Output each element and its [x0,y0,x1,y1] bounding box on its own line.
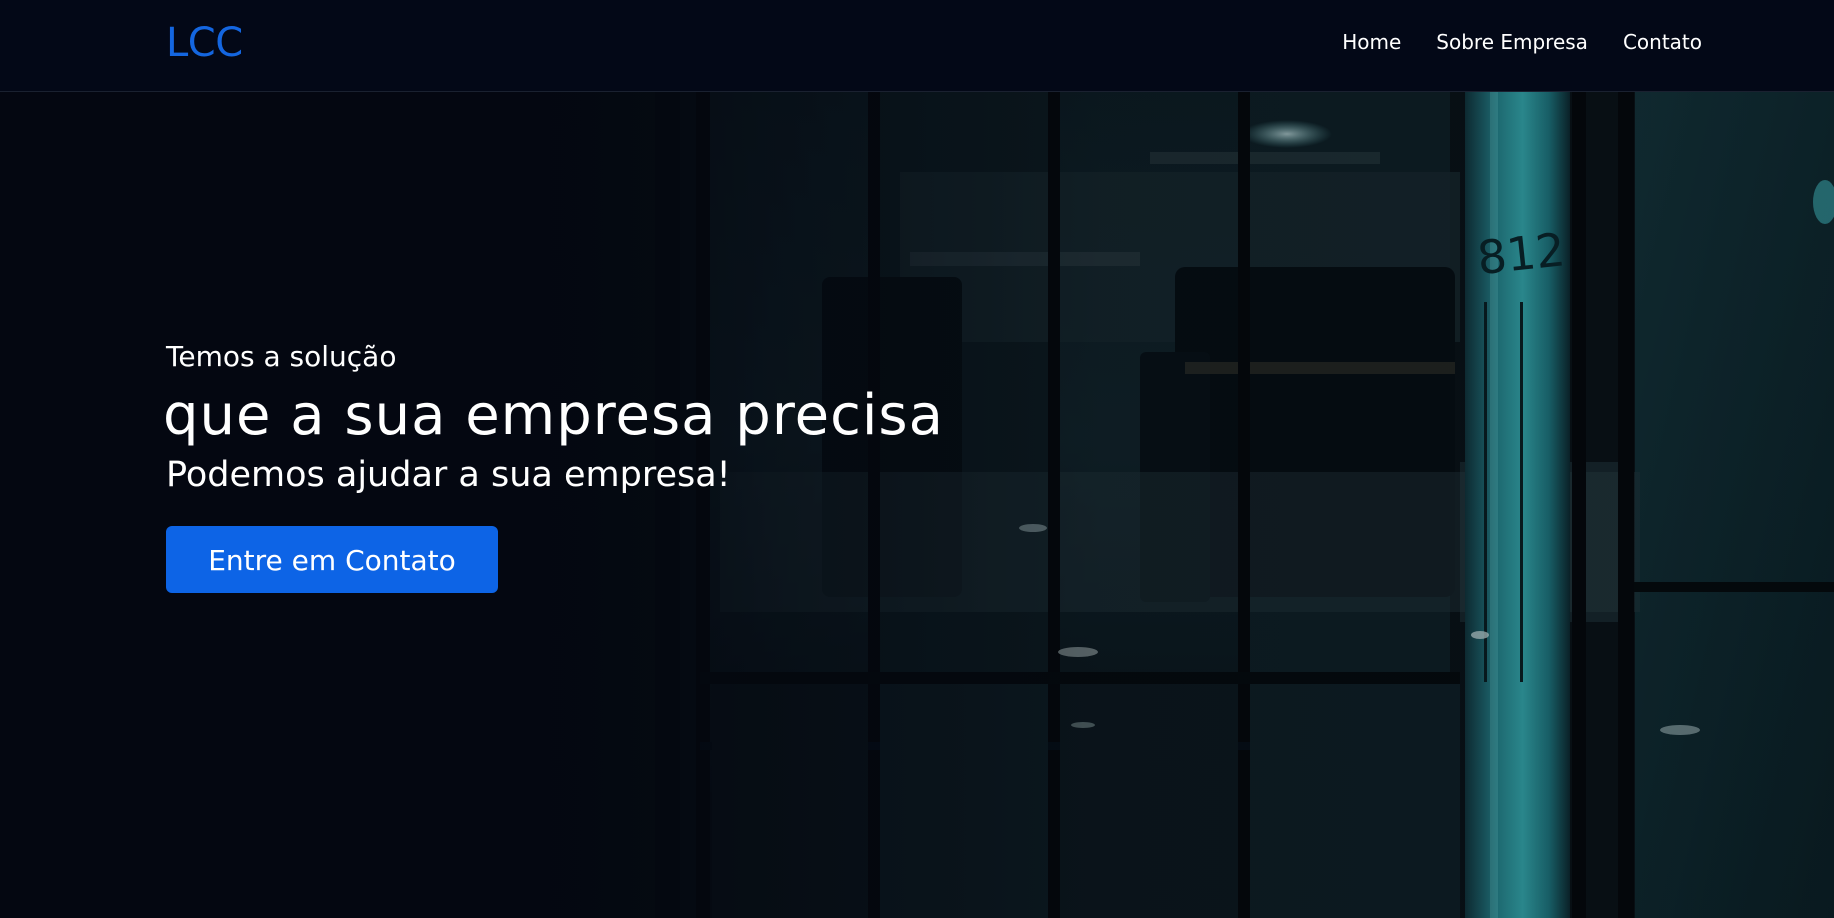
nav-link-sobre-empresa[interactable]: Sobre Empresa [1436,30,1588,54]
hero-kicker: Temos a solução [166,340,397,373]
landing-page: LCC Home Sobre Empresa Contato Temos a s… [0,0,1834,918]
hero-title: que a sua empresa precisa [163,383,944,448]
nav-link-contato[interactable]: Contato [1623,30,1702,54]
hero-content: Temos a solução que a sua empresa precis… [163,340,944,593]
nav-menu: Home Sobre Empresa Contato [1342,30,1702,54]
hero-section: 812 Temos a solução que a sua empresa pr… [0,92,1834,918]
navbar: LCC Home Sobre Empresa Contato [0,0,1834,92]
logo[interactable]: LCC [166,20,243,66]
nav-link-home[interactable]: Home [1342,30,1401,54]
contact-cta-button[interactable]: Entre em Contato [166,526,498,593]
hero-subtitle: Podemos ajudar a sua empresa! [166,455,731,495]
